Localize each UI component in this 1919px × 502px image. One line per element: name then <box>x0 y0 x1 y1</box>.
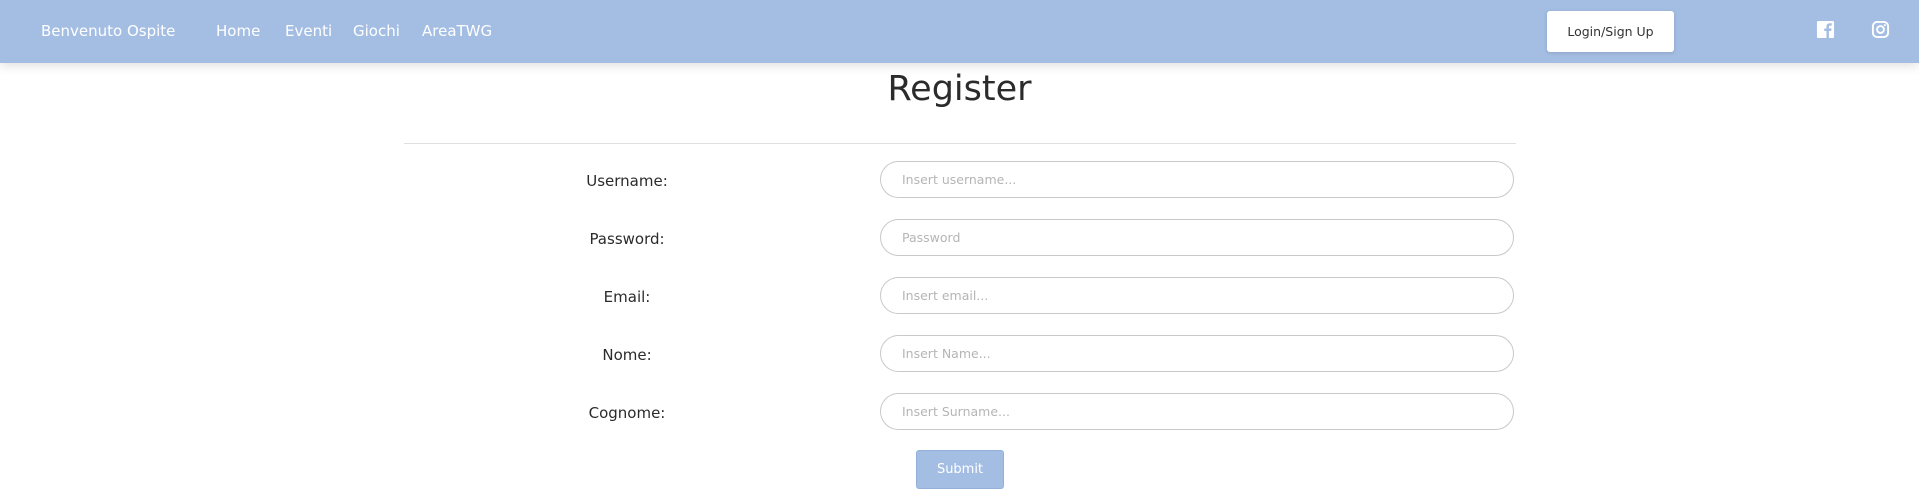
facebook-icon[interactable] <box>1816 20 1835 39</box>
instagram-icon[interactable] <box>1871 20 1890 39</box>
password-label: Password: <box>589 230 665 248</box>
nav-link-home[interactable]: Home <box>216 21 260 41</box>
email-field[interactable] <box>880 277 1514 314</box>
login-signup-button[interactable]: Login/Sign Up <box>1547 11 1674 52</box>
title-divider <box>404 143 1516 144</box>
page-title: Register <box>887 69 1032 109</box>
nav-link-eventi[interactable]: Eventi <box>285 21 332 41</box>
cognome-field[interactable] <box>880 393 1514 430</box>
email-label: Email: <box>603 288 651 306</box>
welcome-text: Benvenuto Ospite <box>41 22 176 40</box>
nome-field[interactable] <box>880 335 1514 372</box>
username-label: Username: <box>586 172 668 190</box>
navbar: Benvenuto Ospite Home Eventi Giochi Area… <box>0 0 1919 63</box>
nav-link-areatwg[interactable]: AreaTWG <box>422 21 492 41</box>
cognome-label: Cognome: <box>588 404 666 422</box>
nav-link-giochi[interactable]: Giochi <box>353 21 400 41</box>
submit-button[interactable]: Submit <box>916 450 1004 489</box>
password-field[interactable] <box>880 219 1514 256</box>
nome-label: Nome: <box>602 346 652 364</box>
username-field[interactable] <box>880 161 1514 198</box>
